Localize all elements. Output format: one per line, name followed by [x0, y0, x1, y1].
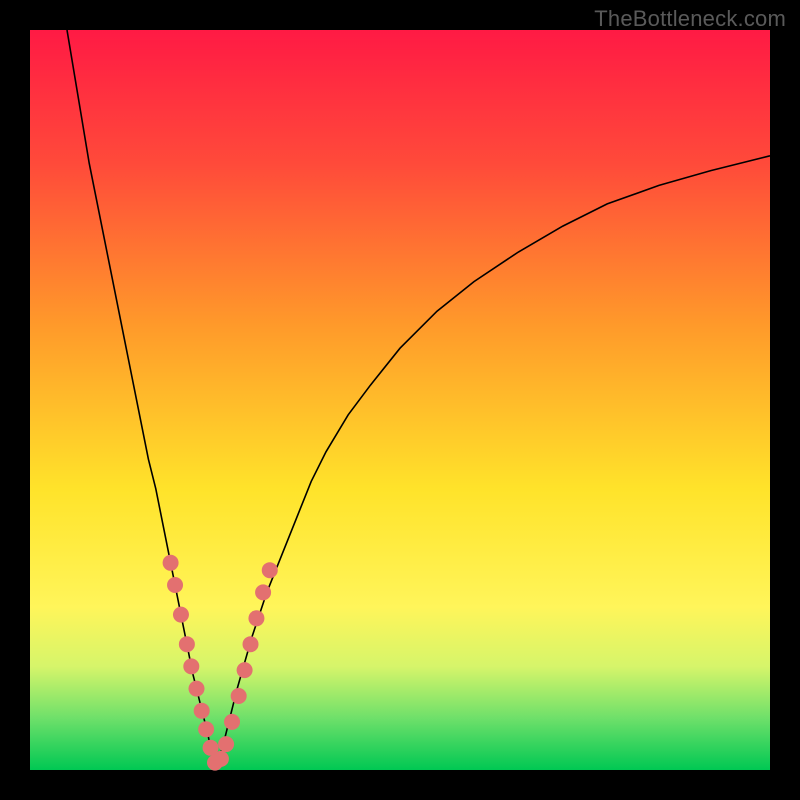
plot-area [30, 30, 770, 770]
watermark-text: TheBottleneck.com [594, 6, 786, 32]
data-marker [167, 577, 183, 593]
data-marker [213, 751, 229, 767]
data-marker [224, 714, 240, 730]
data-marker [237, 662, 253, 678]
data-marker [248, 610, 264, 626]
data-marker [218, 736, 234, 752]
chart-frame: TheBottleneck.com [0, 0, 800, 800]
data-marker [198, 721, 214, 737]
data-marker [255, 584, 271, 600]
data-marker [231, 688, 247, 704]
data-marker [163, 555, 179, 571]
data-marker [179, 636, 195, 652]
chart-svg [30, 30, 770, 770]
marker-group [163, 555, 278, 771]
data-marker [173, 607, 189, 623]
data-marker [189, 681, 205, 697]
data-marker [262, 562, 278, 578]
data-marker [194, 703, 210, 719]
curve-right [215, 156, 770, 770]
data-marker [243, 636, 259, 652]
data-marker [183, 658, 199, 674]
